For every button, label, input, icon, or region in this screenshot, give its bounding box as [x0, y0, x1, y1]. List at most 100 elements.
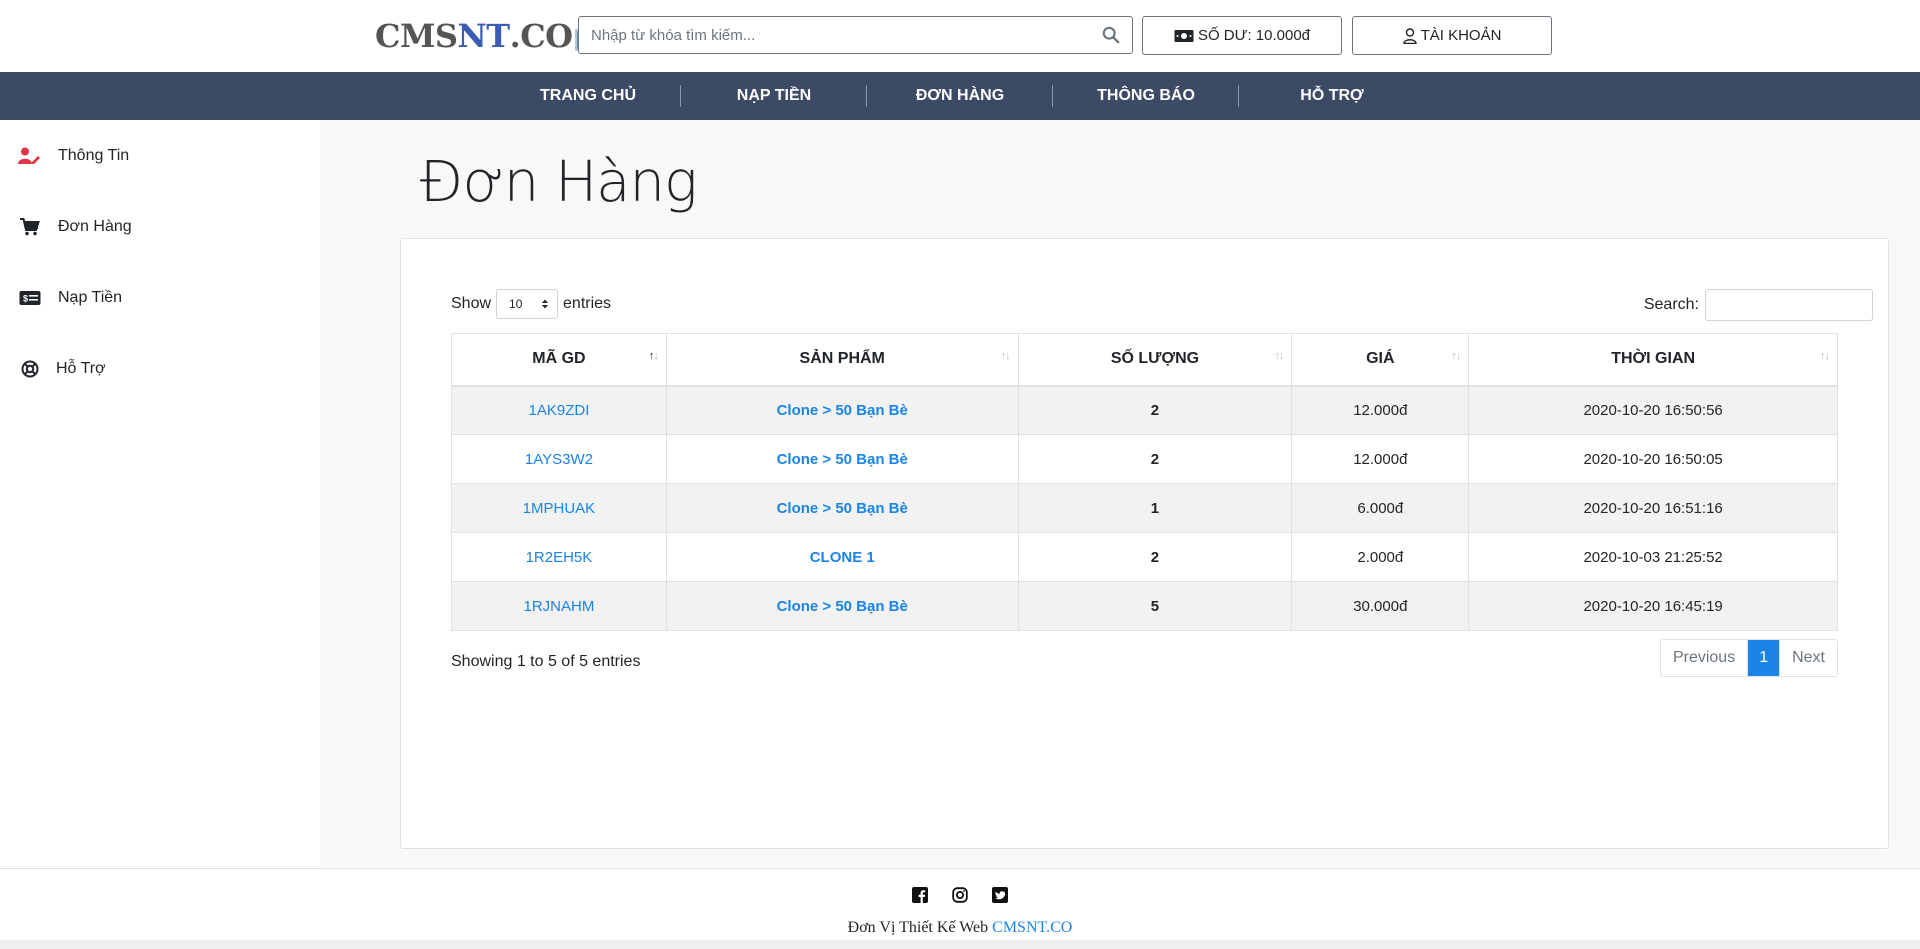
user-edit-icon: [18, 146, 42, 166]
orders-table: MÃ GD ↑↓ SẢN PHẨM ↑↓ SỐ LƯỢNG ↑↓ GIÁ ↑↓ THỜI…: [451, 333, 1838, 631]
price-cell: 12.000đ: [1291, 434, 1470, 484]
sidebar-item-orders[interactable]: Đơn Hàng: [18, 212, 132, 242]
social-links: [0, 887, 1920, 903]
order-code-link[interactable]: 1R2EH5K: [451, 532, 667, 582]
product-link[interactable]: CLONE 1: [665, 532, 1019, 582]
product-link[interactable]: Clone > 50 Bạn Bè: [665, 385, 1019, 435]
top-header: CMSNT.CO SỐ DƯ: 10.000đ TÀI KHOẢN: [0, 0, 1920, 72]
column-header-product[interactable]: SẢN PHẨM ↑↓: [665, 333, 1019, 387]
logo-text-part1: CMS: [375, 17, 458, 55]
nav-item-home[interactable]: TRANG CHỦ: [495, 85, 681, 107]
table-search-label: Search:: [1643, 296, 1699, 313]
table-row: 1AYS3W2 Clone > 50 Bạn Bè 2 12.000đ 2020…: [451, 434, 1838, 484]
column-header-quantity[interactable]: SỐ LƯỢNG ↑↓: [1017, 333, 1293, 387]
instagram-icon[interactable]: [952, 887, 968, 903]
twitter-icon[interactable]: [992, 887, 1008, 903]
sidebar-item-label: Thông Tin: [58, 147, 130, 164]
column-header-label: GIÁ: [1366, 350, 1395, 368]
price-cell: 30.000đ: [1291, 581, 1470, 631]
sort-icon: ↑↓: [1820, 350, 1830, 362]
quantity-cell: 2: [1017, 532, 1293, 582]
time-cell: 2020-10-03 21:25:52: [1468, 532, 1838, 582]
table-row: 1AK9ZDI Clone > 50 Bạn Bè 2 12.000đ 2020…: [451, 385, 1838, 435]
orders-card: Show 10 entries Search: MÃ GD ↑↓ SẢN PHẨ…: [400, 238, 1889, 849]
sidebar-item-info[interactable]: Thông Tin: [18, 141, 129, 171]
balance-button[interactable]: SỐ DƯ: 10.000đ: [1142, 16, 1342, 55]
column-header-label: MÃ GD: [532, 350, 586, 368]
account-label: TÀI KHOẢN: [1420, 27, 1502, 44]
facebook-icon[interactable]: [912, 887, 928, 903]
page-size-control: Show 10 entries: [451, 289, 611, 319]
page-title: Đơn Hàng: [420, 150, 698, 215]
search-icon[interactable]: [1102, 26, 1120, 44]
account-button[interactable]: TÀI KHOẢN: [1352, 16, 1552, 55]
lifebuoy-icon: [18, 359, 42, 379]
time-cell: 2020-10-20 16:51:16: [1468, 483, 1838, 533]
time-cell: 2020-10-20 16:45:19: [1468, 581, 1838, 631]
sidebar-item-deposit[interactable]: $ Nạp Tiền: [18, 283, 122, 313]
balance-label: SỐ DƯ: 10.000đ: [1197, 27, 1311, 44]
table-search-input[interactable]: [1705, 289, 1873, 321]
quantity-cell: 2: [1017, 434, 1293, 484]
order-code-link[interactable]: 1AK9ZDI: [451, 385, 667, 435]
svg-text:$: $: [23, 294, 28, 304]
credit-text: Đơn Vị Thiết Kế Web: [847, 919, 989, 936]
order-code-link[interactable]: 1AYS3W2: [451, 434, 667, 484]
nav-item-notifications[interactable]: THÔNG BÁO: [1053, 85, 1239, 107]
price-cell: 6.000đ: [1291, 483, 1470, 533]
previous-page-button[interactable]: Previous: [1660, 640, 1749, 676]
footer-credit: Đơn Vị Thiết Kế Web CMSNT.CO: [0, 919, 1920, 937]
price-cell: 2.000đ: [1291, 532, 1470, 582]
user-icon: [1402, 27, 1417, 44]
site-logo[interactable]: CMS NT .CO: [375, 16, 597, 56]
order-code-link[interactable]: 1RJNAHM: [451, 581, 667, 631]
money-card-icon: $: [18, 288, 42, 308]
price-cell: 12.000đ: [1291, 385, 1470, 435]
sidebar: Thông Tin Đơn Hàng $ Nạp Tiền Hỗ Trợ: [0, 120, 320, 868]
table-search-control: Search:: [1644, 289, 1873, 321]
quantity-cell: 5: [1017, 581, 1293, 631]
sidebar-item-label: Đơn Hàng: [58, 218, 132, 235]
column-header-label: THỜI GIAN: [1611, 350, 1696, 368]
show-label: Show: [451, 295, 492, 312]
product-link[interactable]: Clone > 50 Bạn Bè: [665, 483, 1019, 533]
page-size-value: 10: [509, 297, 523, 311]
sort-icon: ↑↓: [1000, 350, 1011, 362]
next-page-button[interactable]: Next: [1779, 640, 1837, 676]
table-row: 1RJNAHM Clone > 50 Bạn Bè 5 30.000đ 2020…: [451, 581, 1838, 631]
search-input[interactable]: [579, 17, 1089, 53]
money-icon: [1174, 29, 1194, 42]
bottom-strip: [0, 940, 1920, 949]
product-link[interactable]: Clone > 50 Bạn Bè: [665, 581, 1019, 631]
sidebar-item-label: Hỗ Trợ: [56, 360, 106, 377]
nav-item-orders[interactable]: ĐƠN HÀNG: [867, 85, 1053, 107]
sort-asc-icon: ↑↓: [648, 350, 659, 362]
logo-text-part2: NT: [457, 17, 511, 55]
main-navbar: TRANG CHỦ NẠP TIỀN ĐƠN HÀNG THÔNG BÁO HỖ…: [0, 72, 1920, 120]
page-size-select[interactable]: 10: [496, 289, 559, 319]
quantity-cell: 1: [1017, 483, 1293, 533]
sort-icon: ↑↓: [1451, 350, 1461, 362]
sidebar-item-support[interactable]: Hỗ Trợ: [18, 354, 106, 384]
sort-icon: ↑↓: [1274, 350, 1284, 362]
column-header-code[interactable]: MÃ GD ↑↓: [451, 333, 667, 387]
nav-item-support[interactable]: HỖ TRỢ: [1239, 87, 1425, 105]
footer: Đơn Vị Thiết Kế Web CMSNT.CO: [0, 868, 1920, 940]
table-row: 1R2EH5K CLONE 1 2 2.000đ 2020-10-03 21:2…: [451, 532, 1838, 582]
sidebar-item-label: Nạp Tiền: [58, 289, 123, 306]
order-code-link[interactable]: 1MPHUAK: [451, 483, 667, 533]
entries-label: entries: [563, 295, 612, 312]
logo-text-part3: .CO: [509, 17, 573, 55]
column-header-time[interactable]: THỜI GIAN ↑↓: [1468, 333, 1838, 387]
table-header-row: MÃ GD ↑↓ SẢN PHẨM ↑↓ SỐ LƯỢNG ↑↓ GIÁ ↑↓ THỜI…: [451, 333, 1838, 387]
column-header-label: SỐ LƯỢNG: [1110, 350, 1200, 368]
time-cell: 2020-10-20 16:50:05: [1468, 434, 1838, 484]
page-1-button[interactable]: 1: [1748, 640, 1780, 676]
table-row: 1MPHUAK Clone > 50 Bạn Bè 1 6.000đ 2020-…: [451, 483, 1838, 533]
column-header-price[interactable]: GIÁ ↑↓: [1291, 333, 1470, 387]
nav-item-deposit[interactable]: NẠP TIỀN: [681, 85, 867, 107]
credit-link[interactable]: CMSNT.CO: [992, 919, 1072, 936]
quantity-cell: 2: [1017, 385, 1293, 435]
product-link[interactable]: Clone > 50 Bạn Bè: [665, 434, 1019, 484]
cart-icon: [18, 217, 42, 237]
